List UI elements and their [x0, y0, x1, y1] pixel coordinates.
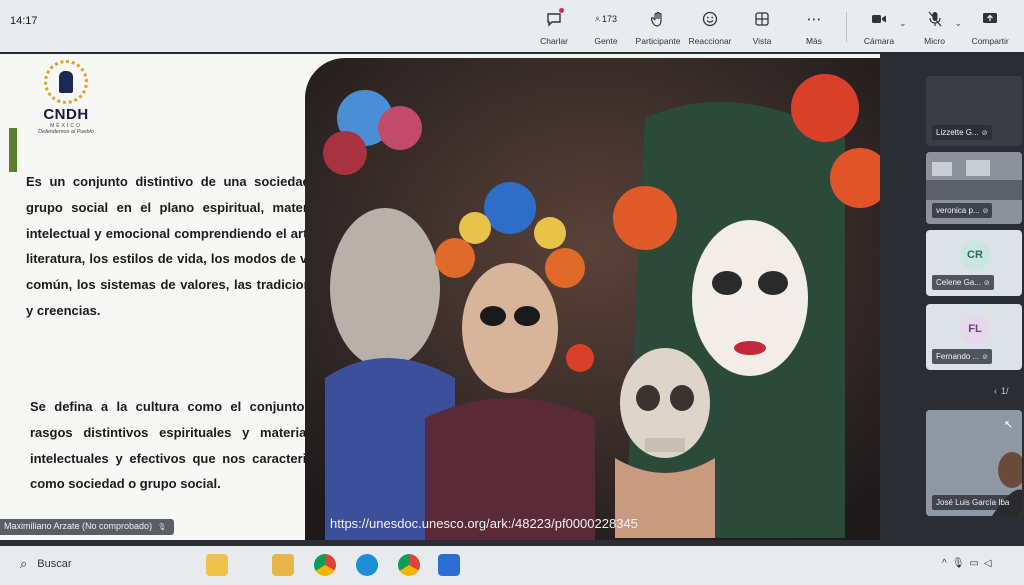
accent-bar: [9, 128, 17, 172]
search-label: Buscar: [37, 558, 72, 570]
mouse-pointer-icon: ↖: [1004, 419, 1014, 431]
smiley-icon: [699, 8, 721, 30]
system-tray[interactable]: ^🎙▭◁: [942, 558, 997, 569]
more-label: Más: [805, 36, 823, 46]
share-button[interactable]: Compartir: [964, 4, 1016, 46]
more-button[interactable]: ⋯ Más: [788, 4, 840, 46]
participant-tile[interactable]: FL Fernando ... ⊘: [926, 304, 1022, 370]
chevron-left-icon[interactable]: ‹: [994, 386, 997, 396]
outlook-icon[interactable]: [438, 554, 460, 576]
participant-tile[interactable]: CR Celene Ga... ⊘: [926, 230, 1022, 296]
camera-button[interactable]: Cámara: [853, 4, 905, 46]
logo-name: CNDH: [43, 106, 89, 123]
file-explorer-icon[interactable]: [272, 554, 294, 576]
participant-tile[interactable]: veronica p... ⊘: [926, 152, 1022, 224]
presenter-name: Maximiliano Arzate (No comprobado): [4, 521, 153, 531]
participant-name: Fernando ...: [936, 352, 980, 361]
react-label: Reaccionar: [688, 36, 732, 46]
grid-icon: [751, 8, 773, 30]
windows-taskbar: ⌕ Buscar ^🎙▭◁: [0, 546, 1024, 585]
avatar: FL: [960, 314, 990, 344]
mic-off-icon: [924, 8, 946, 30]
mic-button[interactable]: Micro: [909, 4, 961, 46]
catrinas-photo: [305, 58, 880, 540]
meeting-clock: 14:17: [10, 15, 38, 27]
mic-label: Micro: [924, 36, 945, 46]
more-icon: ⋯: [806, 11, 822, 28]
mic-off-icon: ⊘: [982, 208, 989, 215]
view-button[interactable]: Vista: [736, 4, 788, 46]
camera-options-chevron-down-icon[interactable]: ⌄: [899, 18, 907, 29]
search-icon: ⌕: [20, 556, 28, 571]
participant-name: veronica p...: [936, 206, 980, 215]
participant-nametag: veronica p... ⊘: [932, 203, 993, 218]
view-label: Vista: [752, 36, 772, 46]
participant-name: José Luis García Iba: [936, 498, 1010, 507]
definition-paragraph: Es un conjunto distintivo de una socieda…: [26, 174, 326, 318]
chat-label: Charlar: [540, 36, 568, 46]
mic-off-icon: ⊘: [982, 354, 989, 361]
camera-icon: [868, 8, 890, 30]
mic-off-icon: ⊘: [983, 280, 990, 287]
mic-off-icon: 🎙: [157, 524, 167, 531]
pager-label: 1/: [1001, 386, 1009, 396]
chrome-icon[interactable]: [314, 554, 336, 576]
shared-screen-slide: CNDH MÉXICO Defendemos al Pueblo Es un c…: [0, 54, 880, 540]
people-icon: 173: [595, 8, 617, 30]
share-label: Compartir: [971, 36, 1009, 46]
share-screen-icon: [979, 8, 1001, 30]
network-icon[interactable]: ▭: [969, 558, 983, 569]
meeting-toolbar: 14:17 Charlar 173 Gente Participante Rea…: [0, 0, 1024, 52]
participant-name: Celene Ga...: [936, 278, 981, 287]
chevron-up-icon[interactable]: ^: [942, 558, 952, 569]
hand-icon: [647, 8, 669, 30]
participant-pager[interactable]: ‹ 1/: [990, 386, 1009, 396]
participant-nametag: José Luis García Iba: [932, 495, 1014, 510]
toolbar-buttons: Charlar 173 Gente Participante Reacciona…: [528, 4, 1016, 50]
react-button[interactable]: Reaccionar: [684, 4, 736, 46]
participant-name: Lizzette G...: [936, 128, 979, 137]
chrome-profile-icon[interactable]: [398, 554, 420, 576]
mic-icon[interactable]: 🎙: [952, 558, 970, 569]
raise-hand-button[interactable]: Participante: [632, 4, 684, 46]
logo-motto: Defendemos al Pueblo: [38, 129, 94, 135]
people-button[interactable]: 173 Gente: [580, 4, 632, 46]
edge-icon[interactable]: [356, 554, 378, 576]
participant-nametag: Lizzette G... ⊘: [932, 125, 992, 140]
taskbar-search[interactable]: ⌕ Buscar: [20, 556, 72, 572]
logo-emblem-icon: [44, 60, 88, 104]
people-label: Gente: [594, 36, 618, 46]
participant-tile[interactable]: Lizzette G... ⊘: [926, 76, 1022, 146]
mic-off-icon: ⊘: [981, 130, 988, 137]
cndh-logo: CNDH MÉXICO Defendemos al Pueblo: [28, 60, 104, 135]
raise-hand-label: Participante: [635, 36, 681, 46]
widgets-icon[interactable]: [206, 554, 228, 576]
avatar: CR: [960, 240, 990, 270]
people-count: 173: [601, 14, 617, 24]
volume-icon[interactable]: ◁: [984, 558, 997, 569]
participant-nametag: Fernando ... ⊘: [932, 349, 993, 364]
presenter-nametag: Maximiliano Arzate (No comprobado) 🎙: [0, 519, 175, 535]
notification-dot: [559, 8, 564, 13]
source-url: https://unesdoc.unesco.org/ark:/48223/pf…: [330, 516, 638, 531]
chat-button[interactable]: Charlar: [528, 4, 580, 46]
mic-options-chevron-down-icon[interactable]: ⌄: [955, 18, 963, 29]
camera-label: Cámara: [863, 36, 895, 46]
participant-nametag: Celene Ga... ⊘: [932, 275, 994, 290]
culture-paragraph: Se defina a la cultura como el conjunto …: [30, 399, 328, 492]
toolbar-divider: [846, 12, 847, 42]
chat-icon: [543, 8, 565, 30]
